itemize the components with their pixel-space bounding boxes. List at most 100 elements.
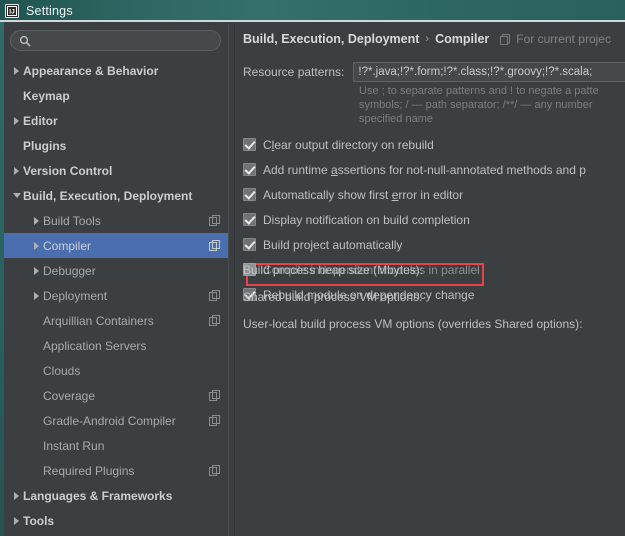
sidebar-item-label: Arquillian Containers xyxy=(43,313,154,328)
sidebar-item-languages-frameworks[interactable]: Languages & Frameworks xyxy=(4,483,228,508)
sidebar-item-build-tools[interactable]: Build Tools xyxy=(4,208,228,233)
chevron-right-icon[interactable] xyxy=(30,283,43,308)
checkbox-checked-icon[interactable] xyxy=(243,238,256,251)
copy-to-project-icon[interactable] xyxy=(209,290,220,301)
sidebar-item-label: Instant Run xyxy=(43,438,105,453)
label-pre: Add runtime xyxy=(263,162,332,177)
checkbox-checked-icon[interactable] xyxy=(243,138,256,151)
search-field-wrapper[interactable] xyxy=(10,30,221,51)
checkbox-label: Build project automatically xyxy=(263,237,403,252)
checkbox-checked-icon[interactable] xyxy=(243,163,256,176)
checkbox-label: Automatically show first error in editor xyxy=(263,188,463,202)
chevron-right-icon[interactable] xyxy=(10,108,23,133)
sidebar-item-label: Version Control xyxy=(23,163,113,178)
chevron-right-icon[interactable] xyxy=(30,233,43,258)
checkbox-label: Add runtime assertions for not-null-anno… xyxy=(263,163,586,177)
chevron-right-icon[interactable] xyxy=(10,483,23,508)
copy-to-project-icon[interactable] xyxy=(209,390,220,401)
sidebar-item-label: Appearance & Behavior xyxy=(23,63,159,78)
field-row-shared-build-process-vm-options: Shared build process VM options: xyxy=(243,283,625,310)
sidebar-item-label: Application Servers xyxy=(43,338,147,353)
checkbox-row-add-runtime-assertions-for-not-null-annotate[interactable]: Add runtime assertions for not-null-anno… xyxy=(243,157,625,182)
sidebar-item-appearance-behavior[interactable]: Appearance & Behavior xyxy=(4,58,228,83)
search-box[interactable] xyxy=(10,30,221,51)
chevron-right-icon[interactable] xyxy=(30,258,43,283)
checkbox-row-automatically-show-first-error-in-editor[interactable]: Automatically show first error in editor xyxy=(243,182,625,207)
breadcrumb-separator-icon: › xyxy=(425,33,430,45)
sidebar-item-build-execution-deployment[interactable]: Build, Execution, Deployment xyxy=(4,183,228,208)
resource-patterns-input[interactable] xyxy=(353,62,625,82)
checkbox-label: Clear output directory on rebuild xyxy=(263,138,434,152)
sidebar-item-label: Tools xyxy=(23,513,55,528)
intellij-logo-icon: IJ xyxy=(5,4,19,18)
sidebar-item-label: Debugger xyxy=(43,263,96,278)
sidebar-item-deployment[interactable]: Deployment xyxy=(4,283,228,308)
field-label: Shared build process VM options: xyxy=(243,289,423,304)
sidebar-item-required-plugins[interactable]: Required Plugins xyxy=(4,458,228,483)
label-post: ssertions for not-null-annotated methods… xyxy=(337,162,586,177)
chevron-right-icon[interactable] xyxy=(10,508,23,533)
chevron-down-icon[interactable] xyxy=(10,183,23,208)
sidebar-item-debugger[interactable]: Debugger xyxy=(4,258,228,283)
settings-sidebar: Appearance & Behavior Keymap Editor Plugins… xyxy=(4,24,228,536)
field-label: Build process heap size (Mbytes): xyxy=(243,262,424,277)
sidebar-item-label: Compiler xyxy=(43,238,92,253)
copy-to-project-icon[interactable] xyxy=(209,315,220,326)
copy-to-project-icon[interactable] xyxy=(209,240,220,251)
copy-to-project-icon[interactable] xyxy=(209,465,220,476)
breadcrumb-root[interactable]: Build, Execution, Deployment xyxy=(243,32,419,46)
sidebar-item-label: Keymap xyxy=(23,88,70,103)
label-post: ear output directory on rebuild xyxy=(274,137,434,152)
settings-window: IJ Settings Appearance & Behavior Keymap… xyxy=(0,0,625,536)
sidebar-item-gradle-android-compiler[interactable]: Gradle-Android Compiler xyxy=(4,408,228,433)
sidebar-item-application-servers[interactable]: Application Servers xyxy=(4,333,228,358)
checkbox-checked-icon[interactable] xyxy=(243,188,256,201)
chevron-right-icon[interactable] xyxy=(30,208,43,233)
checkbox-checked-icon[interactable] xyxy=(243,213,256,226)
field-row-build-process-heap-size-mbytes: Build process heap size (Mbytes): xyxy=(243,256,625,283)
sidebar-item-coverage[interactable]: Coverage xyxy=(4,383,228,408)
window-title: Settings xyxy=(26,4,73,18)
scope-label: For current projec xyxy=(516,32,611,46)
sidebar-item-editor[interactable]: Editor xyxy=(4,108,228,133)
settings-body: Appearance & Behavior Keymap Editor Plugins… xyxy=(4,24,625,536)
sidebar-item-label: Languages & Frameworks xyxy=(23,488,173,503)
sidebar-item-keymap[interactable]: Keymap xyxy=(4,83,228,108)
label-post: rror in editor xyxy=(398,187,464,202)
checkbox-row-display-notification-on-build-completion[interactable]: Display notification on build completion xyxy=(243,207,625,232)
sidebar-item-label: Deployment xyxy=(43,288,108,303)
project-scope-icon[interactable] xyxy=(500,33,511,45)
checkbox-row-clear-output-directory-on-rebuild[interactable]: Clear output directory on rebuild xyxy=(243,132,625,157)
settings-tree: Appearance & Behavior Keymap Editor Plugins… xyxy=(4,58,228,536)
sidebar-item-version-control[interactable]: Version Control xyxy=(4,158,228,183)
field-row-user-local-build-process-vm-options-over: User-local build process VM options (ove… xyxy=(243,310,625,337)
copy-to-project-icon[interactable] xyxy=(209,215,220,226)
sidebar-item-label: Build, Execution, Deployment xyxy=(23,188,193,203)
resource-patterns-row: Resource patterns: xyxy=(243,62,625,82)
chevron-right-icon[interactable] xyxy=(10,158,23,183)
chevron-right-icon[interactable] xyxy=(10,58,23,83)
search-input[interactable] xyxy=(31,31,220,50)
sidebar-item-arquillian-containers[interactable]: Arquillian Containers xyxy=(4,308,228,333)
checkbox-row-build-project-automatically[interactable]: Build project automatically xyxy=(243,232,625,257)
search-icon xyxy=(19,35,31,47)
breadcrumb-leaf: Compiler xyxy=(435,32,490,46)
sidebar-item-label: Required Plugins xyxy=(43,463,135,478)
breadcrumb: Build, Execution, Deployment › Compiler … xyxy=(243,32,611,46)
sidebar-item-label: Plugins xyxy=(23,138,67,153)
sidebar-item-instant-run[interactable]: Instant Run xyxy=(4,433,228,458)
sidebar-item-plugins[interactable]: Plugins xyxy=(4,133,228,158)
copy-to-project-icon[interactable] xyxy=(209,415,220,426)
sidebar-item-clouds[interactable]: Clouds xyxy=(4,358,228,383)
sidebar-item-tools[interactable]: Tools xyxy=(4,508,228,533)
sidebar-item-label: Build Tools xyxy=(43,213,101,228)
sidebar-item-compiler[interactable]: Compiler xyxy=(4,233,228,258)
sidebar-item-label: Gradle-Android Compiler xyxy=(43,413,176,428)
